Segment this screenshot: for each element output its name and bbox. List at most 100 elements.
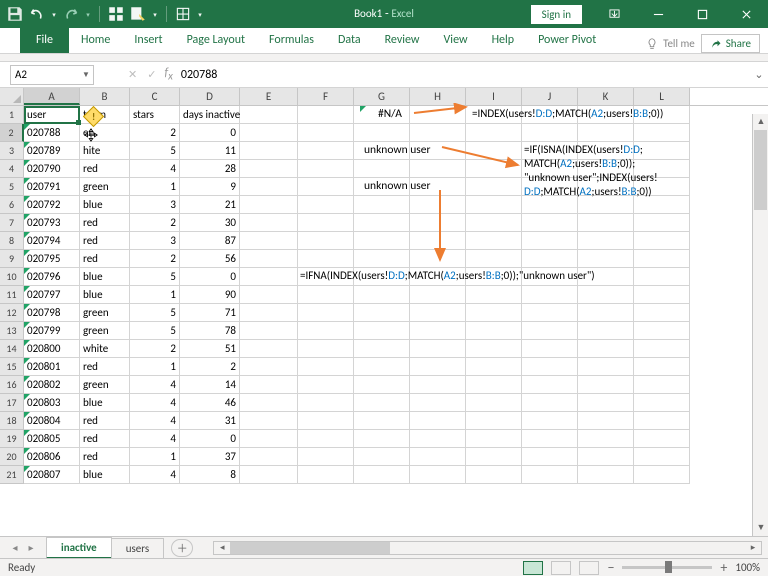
cell[interactable] bbox=[240, 448, 298, 466]
cell[interactable] bbox=[522, 286, 578, 304]
cell[interactable]: 28 bbox=[180, 160, 240, 178]
cell[interactable] bbox=[240, 322, 298, 340]
cell[interactable] bbox=[354, 412, 410, 430]
cell[interactable]: red bbox=[80, 358, 130, 376]
cell[interactable]: 3 bbox=[130, 232, 180, 250]
zoom-level[interactable]: 100% bbox=[735, 561, 760, 574]
cell[interactable]: 020805 bbox=[24, 430, 80, 448]
row-header[interactable]: 8 bbox=[0, 232, 24, 250]
cell[interactable] bbox=[466, 232, 522, 250]
cell[interactable] bbox=[522, 448, 578, 466]
cell[interactable]: 11 bbox=[180, 142, 240, 160]
cell[interactable]: 2 bbox=[130, 124, 180, 142]
cell[interactable]: 21 bbox=[180, 196, 240, 214]
cell[interactable] bbox=[410, 448, 466, 466]
cell[interactable] bbox=[298, 340, 354, 358]
cell[interactable]: red bbox=[80, 250, 130, 268]
cell[interactable]: 1 bbox=[130, 286, 180, 304]
cell[interactable] bbox=[410, 376, 466, 394]
cell[interactable] bbox=[578, 394, 634, 412]
cell[interactable] bbox=[410, 340, 466, 358]
col-header-L[interactable]: L bbox=[634, 88, 690, 105]
view-pagebreak-button[interactable] bbox=[579, 561, 599, 575]
cell[interactable] bbox=[522, 376, 578, 394]
tab-help[interactable]: Help bbox=[480, 28, 527, 53]
cell[interactable] bbox=[466, 466, 522, 484]
cell[interactable]: red bbox=[80, 232, 130, 250]
cell[interactable]: en bbox=[80, 124, 130, 142]
cell[interactable]: 1 bbox=[130, 358, 180, 376]
cell[interactable] bbox=[354, 466, 410, 484]
cell[interactable] bbox=[634, 232, 690, 250]
cell[interactable] bbox=[240, 412, 298, 430]
cell[interactable]: 4 bbox=[130, 412, 180, 430]
cell[interactable]: red bbox=[80, 430, 130, 448]
cell[interactable] bbox=[466, 322, 522, 340]
cell[interactable] bbox=[240, 430, 298, 448]
cell[interactable] bbox=[522, 340, 578, 358]
cell[interactable] bbox=[354, 232, 410, 250]
row-header[interactable]: 13 bbox=[0, 322, 24, 340]
cell[interactable] bbox=[240, 178, 298, 196]
cancel-formula-icon[interactable]: ✕ bbox=[128, 68, 137, 81]
cell[interactable]: 020800 bbox=[24, 340, 80, 358]
cell[interactable]: green bbox=[80, 376, 130, 394]
tellme-search[interactable]: Tell me bbox=[645, 37, 695, 51]
cell[interactable]: 4 bbox=[130, 466, 180, 484]
cell[interactable] bbox=[466, 142, 522, 160]
cell[interactable] bbox=[298, 430, 354, 448]
cell[interactable] bbox=[410, 214, 466, 232]
row-header[interactable]: 18 bbox=[0, 412, 24, 430]
cell[interactable] bbox=[466, 286, 522, 304]
spreadsheet-grid[interactable]: ABCDEFGHIJKL 1userteamstarsdays inactive… bbox=[0, 88, 768, 484]
zoom-slider[interactable] bbox=[622, 566, 712, 569]
cell[interactable]: 5 bbox=[130, 142, 180, 160]
cell[interactable] bbox=[354, 160, 410, 178]
cell[interactable]: 020799 bbox=[24, 322, 80, 340]
cell[interactable] bbox=[410, 286, 466, 304]
cell[interactable] bbox=[298, 394, 354, 412]
cell[interactable]: 020801 bbox=[24, 358, 80, 376]
cell[interactable]: 020794 bbox=[24, 232, 80, 250]
cell[interactable] bbox=[354, 340, 410, 358]
cell[interactable] bbox=[298, 196, 354, 214]
row-header[interactable]: 12 bbox=[0, 304, 24, 322]
row-header[interactable]: 15 bbox=[0, 358, 24, 376]
cell[interactable] bbox=[634, 124, 690, 142]
sheet-nav[interactable]: ◂▸ bbox=[0, 541, 46, 554]
cell[interactable] bbox=[240, 232, 298, 250]
zoom-thumb[interactable] bbox=[665, 561, 672, 573]
cell[interactable]: 020792 bbox=[24, 196, 80, 214]
col-header-I[interactable]: I bbox=[466, 88, 522, 105]
qat-icon-1[interactable] bbox=[107, 5, 125, 23]
tab-home[interactable]: Home bbox=[69, 28, 122, 53]
cell[interactable] bbox=[634, 412, 690, 430]
cell[interactable] bbox=[354, 214, 410, 232]
cell[interactable] bbox=[298, 178, 354, 196]
col-header-A[interactable]: A bbox=[24, 88, 80, 105]
cell[interactable] bbox=[240, 394, 298, 412]
tab-powerpivot[interactable]: Power Pivot bbox=[526, 28, 608, 53]
tab-file[interactable]: File bbox=[20, 28, 69, 53]
cell[interactable]: 2 bbox=[180, 358, 240, 376]
cell[interactable]: green bbox=[80, 178, 130, 196]
row-header[interactable]: 1 bbox=[0, 106, 24, 124]
cell[interactable] bbox=[634, 250, 690, 268]
col-header-E[interactable]: E bbox=[240, 88, 298, 105]
view-pagelayout-button[interactable] bbox=[551, 561, 571, 575]
cell[interactable] bbox=[354, 430, 410, 448]
cell[interactable]: 4 bbox=[130, 376, 180, 394]
cell[interactable]: 46 bbox=[180, 394, 240, 412]
cell[interactable] bbox=[240, 214, 298, 232]
cell[interactable]: blue bbox=[80, 268, 130, 286]
cell[interactable] bbox=[466, 340, 522, 358]
cell[interactable]: 020804 bbox=[24, 412, 80, 430]
cell[interactable] bbox=[410, 250, 466, 268]
row-header[interactable]: 10 bbox=[0, 268, 24, 286]
name-box-input[interactable] bbox=[11, 68, 79, 81]
cell[interactable] bbox=[634, 466, 690, 484]
cell[interactable] bbox=[298, 304, 354, 322]
cell[interactable]: hite bbox=[80, 142, 130, 160]
cell[interactable] bbox=[354, 322, 410, 340]
cell[interactable] bbox=[466, 358, 522, 376]
